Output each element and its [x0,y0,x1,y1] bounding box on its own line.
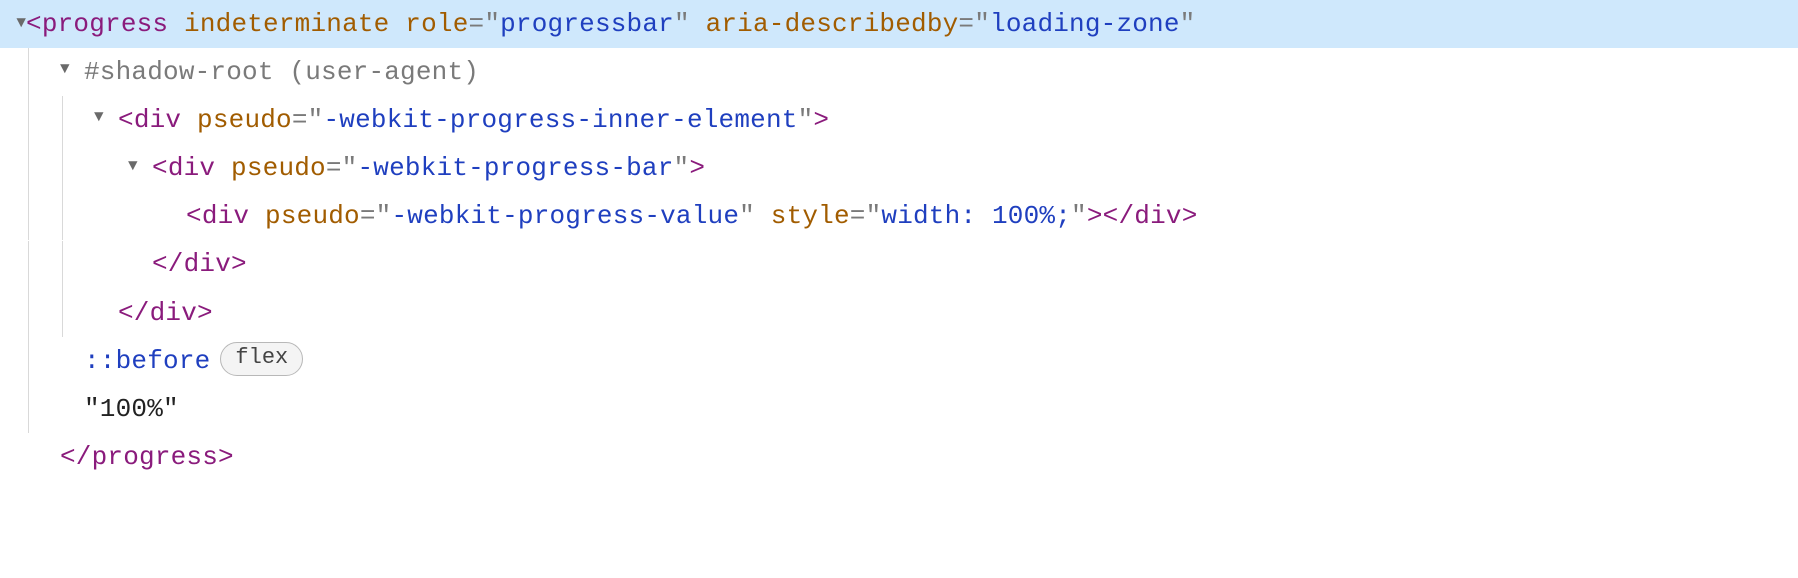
dom-tree-pseudo-before[interactable]: ::before flex [0,337,1798,385]
expand-toggle[interactable]: ▼ [128,152,152,182]
chevron-down-icon: ▼ [60,60,70,78]
element-close-tag: </div> [118,289,213,337]
dom-tree-text-node[interactable]: "100%" [0,385,1798,433]
element-open-tag: <div pseudo="-webkit-progress-inner-elem… [118,96,829,144]
dom-tree-close-div-inner[interactable]: </div> [0,289,1798,337]
chevron-down-icon: ▼ [128,157,138,175]
dom-tree-node-progress[interactable]: ▼ <progress indeterminate role="progress… [0,0,1798,48]
chevron-down-icon: ▼ [16,15,26,31]
pseudo-element-label: ::before [84,337,210,385]
element-self-contained: <div pseudo="-webkit-progress-value" sty… [186,192,1198,240]
expand-toggle[interactable]: ▼ [60,55,84,85]
shadow-root-label: #shadow-root (user-agent) [84,48,479,96]
element-open-tag: <progress indeterminate role="progressba… [26,0,1195,48]
expand-toggle[interactable]: ▼ [94,103,118,133]
dom-tree-node-div-value[interactable]: <div pseudo="-webkit-progress-value" sty… [0,192,1798,240]
element-close-tag: </div> [152,240,247,288]
expand-toggle[interactable]: ▼ [0,16,26,32]
dom-tree-close-div-bar[interactable]: </div> [0,240,1798,288]
dom-tree-close-progress[interactable]: </progress> [0,433,1798,481]
text-node-value: "100%" [84,385,179,433]
element-close-tag: </progress> [60,433,234,481]
chevron-down-icon: ▼ [94,108,104,126]
element-open-tag: <div pseudo="-webkit-progress-bar"> [152,144,705,192]
dom-tree-shadow-root[interactable]: ▼ #shadow-root (user-agent) [0,48,1798,96]
dom-tree-node-div-inner[interactable]: ▼ <div pseudo="-webkit-progress-inner-el… [0,96,1798,144]
dom-tree-node-div-bar[interactable]: ▼ <div pseudo="-webkit-progress-bar"> [0,144,1798,192]
display-badge-flex: flex [220,342,303,376]
